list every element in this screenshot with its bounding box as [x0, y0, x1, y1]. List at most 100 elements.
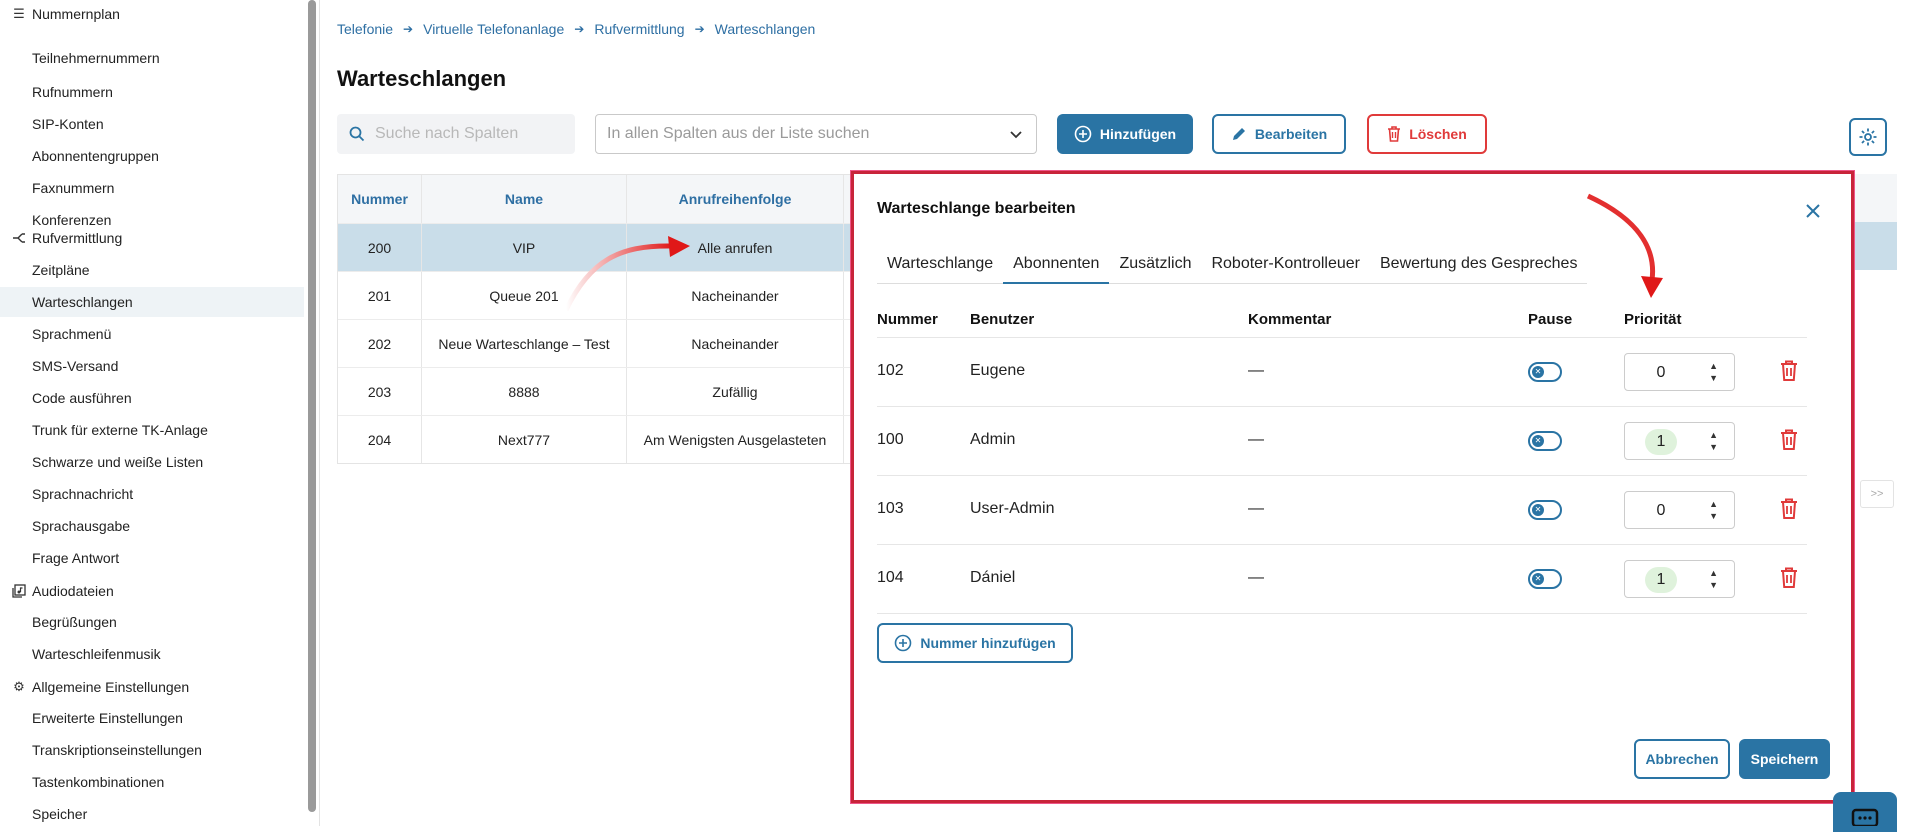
plus-circle-icon — [1074, 125, 1092, 143]
sidebar-section-audiodateien[interactable]: Audiodateien — [12, 583, 114, 599]
table-row[interactable]: 200 VIP Alle anrufen — [338, 223, 896, 271]
gear-icon: ⚙ — [13, 679, 25, 694]
trash-icon[interactable] — [1780, 567, 1798, 589]
sidebar-item-trunk[interactable]: Trunk für externe TK-Anlage — [0, 415, 304, 445]
x-icon: ✕ — [1532, 504, 1544, 516]
table-row[interactable]: 201 Queue 201 Nacheinander — [338, 271, 896, 319]
cancel-button[interactable]: Abbrechen — [1634, 739, 1730, 779]
modal-title: Warteschlange bearbeiten — [877, 200, 1076, 217]
column-header-name[interactable]: Name — [422, 175, 627, 223]
table-row[interactable]: 202 Neue Warteschlange – Test Nacheinand… — [338, 319, 896, 367]
edit-queue-modal: Warteschlange bearbeiten Warteschlange A… — [851, 171, 1854, 803]
pause-toggle[interactable]: ✕ — [1528, 569, 1562, 589]
column-header-kommentar: Kommentar — [1248, 311, 1332, 328]
sidebar-item-code-ausfuehren[interactable]: Code ausführen — [0, 383, 304, 413]
x-icon: ✕ — [1532, 435, 1544, 447]
sidebar-item-rufnummern[interactable]: Rufnummern — [0, 77, 304, 107]
search-input[interactable] — [375, 125, 565, 143]
subscriber-row: 100 Admin — ✕ 1 ▲ ▼ — [877, 407, 1807, 476]
sidebar-item-warteschlangen[interactable]: Warteschlangen — [0, 287, 304, 317]
tab-zusaetzlich[interactable]: Zusätzlich — [1109, 252, 1201, 284]
sidebar-item-speicher[interactable]: Speicher — [0, 799, 304, 829]
tab-roboter-kontrolleuer[interactable]: Roboter-Kontrolleuer — [1201, 252, 1370, 284]
audio-files-icon — [12, 584, 26, 598]
stepper-arrows-icon[interactable]: ▲ ▼ — [1709, 360, 1718, 384]
sidebar-section-rufvermittlung[interactable]: Rufvermittlung — [12, 230, 122, 246]
edit-button[interactable]: Bearbeiten — [1212, 114, 1346, 154]
column-search-select[interactable]: In allen Spalten aus der Liste suchen — [595, 114, 1037, 154]
sidebar-item-sip-konten[interactable]: SIP-Konten — [0, 109, 304, 139]
sidebar-item-begruessungen[interactable]: Begrüßungen — [0, 607, 304, 637]
trash-icon[interactable] — [1780, 498, 1798, 520]
trash-icon — [1388, 126, 1401, 142]
stepper-arrows-icon[interactable]: ▲ ▼ — [1709, 429, 1718, 453]
column-search-select-value: In allen Spalten aus der Liste suchen — [607, 125, 870, 142]
close-icon[interactable] — [1806, 204, 1820, 223]
priority-stepper[interactable]: 0 ▲ ▼ — [1624, 353, 1735, 391]
column-header-nummer: Nummer — [877, 311, 938, 328]
sidebar-scrollbar[interactable] — [308, 0, 316, 812]
sidebar-item-transkriptionseinstellungen[interactable]: Transkriptionseinstellungen — [0, 735, 304, 765]
chevron-down-icon — [1010, 131, 1022, 139]
page-title: Warteschlangen — [337, 66, 507, 91]
delete-button[interactable]: Löschen — [1367, 114, 1487, 154]
arrow-right-icon: ➔ — [403, 22, 414, 36]
table-row[interactable]: 204 Next777 Am Wenigsten Ausgelasteten — [338, 415, 896, 463]
table-settings-button[interactable] — [1849, 118, 1887, 156]
breadcrumb-rufvermittlung[interactable]: Rufvermittlung — [594, 21, 684, 37]
priority-stepper[interactable]: 0 ▲ ▼ — [1624, 491, 1735, 529]
chat-button[interactable] — [1833, 792, 1897, 832]
pause-toggle[interactable]: ✕ — [1528, 362, 1562, 382]
stepper-arrows-icon[interactable]: ▲ ▼ — [1709, 567, 1718, 591]
pencil-icon — [1232, 128, 1245, 140]
sidebar-item-erweiterte-einstellungen[interactable]: Erweiterte Einstellungen — [0, 703, 304, 733]
search-box[interactable] — [337, 114, 575, 154]
trash-icon[interactable] — [1780, 429, 1798, 451]
breadcrumb-virtuelle-telefonanlage[interactable]: Virtuelle Telefonanlage — [423, 21, 564, 37]
sidebar-item-warteschleifenmusik[interactable]: Warteschleifenmusik — [0, 639, 304, 669]
sidebar-item-sms-versand[interactable]: SMS-Versand — [0, 351, 304, 381]
table-header: Nummer Name Anrufreihenfolge — [338, 175, 896, 223]
sidebar-section-nummernplan[interactable]: ☰ Nummernplan — [12, 6, 120, 22]
subscriber-row: 102 Eugene — ✕ 0 ▲ ▼ — [877, 338, 1807, 407]
column-header-nummer[interactable]: Nummer — [338, 175, 422, 223]
tab-warteschlange[interactable]: Warteschlange — [877, 252, 1003, 284]
sidebar-item-zeitplaene[interactable]: Zeitpläne — [0, 255, 304, 285]
sidebar-item-faxnummern[interactable]: Faxnummern — [0, 173, 304, 203]
sidebar-item-teilnehmernummern[interactable]: Teilnehmernummern — [0, 43, 304, 73]
add-button[interactable]: Hinzufügen — [1057, 114, 1193, 154]
sidebar-item-abonnentengruppen[interactable]: Abonnentengruppen — [0, 141, 304, 171]
pause-toggle[interactable]: ✕ — [1528, 500, 1562, 520]
table-row[interactable]: 203 8888 Zufällig — [338, 367, 896, 415]
modal-tabs: Warteschlange Abonnenten Zusätzlich Robo… — [877, 252, 1588, 284]
tab-abonnenten[interactable]: Abonnenten — [1003, 252, 1110, 284]
tab-bewertung[interactable]: Bewertung des Gespreches — [1370, 252, 1587, 284]
breadcrumb-warteschlangen[interactable]: Warteschlangen — [715, 21, 816, 37]
pause-toggle[interactable]: ✕ — [1528, 431, 1562, 451]
breadcrumb-telefonie[interactable]: Telefonie — [337, 21, 393, 37]
pager-next-button[interactable]: >> — [1860, 480, 1894, 508]
sidebar-item-sprachnachricht[interactable]: Sprachnachricht — [0, 479, 304, 509]
sidebar-item-listen[interactable]: Schwarze und weiße Listen — [0, 447, 304, 477]
sidebar: ☰ Nummernplan Teilnehmernummern Rufnumme… — [0, 0, 320, 826]
x-icon: ✕ — [1532, 366, 1544, 378]
column-header-benutzer: Benutzer — [970, 311, 1035, 328]
sidebar-item-sprachmenue[interactable]: Sprachmenü — [0, 319, 304, 349]
priority-stepper[interactable]: 1 ▲ ▼ — [1624, 560, 1735, 598]
stepper-arrows-icon[interactable]: ▲ ▼ — [1709, 498, 1718, 522]
trash-icon[interactable] — [1780, 360, 1798, 382]
column-header-prioritaet: Priorität — [1624, 311, 1682, 328]
priority-stepper[interactable]: 1 ▲ ▼ — [1624, 422, 1735, 460]
column-header-anrufreihenfolge[interactable]: Anrufreihenfolge — [627, 175, 844, 223]
chat-icon — [1851, 808, 1879, 828]
arrow-right-icon: ➔ — [574, 22, 585, 36]
sidebar-item-frage-antwort[interactable]: Frage Antwort — [0, 543, 304, 573]
sidebar-section-allgemeine-einstellungen[interactable]: ⚙ Allgemeine Einstellungen — [12, 679, 189, 695]
add-number-button[interactable]: Nummer hinzufügen — [877, 623, 1073, 663]
x-icon: ✕ — [1532, 573, 1544, 585]
sidebar-item-sprachausgabe[interactable]: Sprachausgabe — [0, 511, 304, 541]
save-button[interactable]: Speichern — [1739, 739, 1830, 779]
list-icon: ☰ — [13, 6, 25, 21]
sidebar-item-tastenkombinationen[interactable]: Tastenkombinationen — [0, 767, 304, 797]
search-icon — [349, 126, 365, 142]
